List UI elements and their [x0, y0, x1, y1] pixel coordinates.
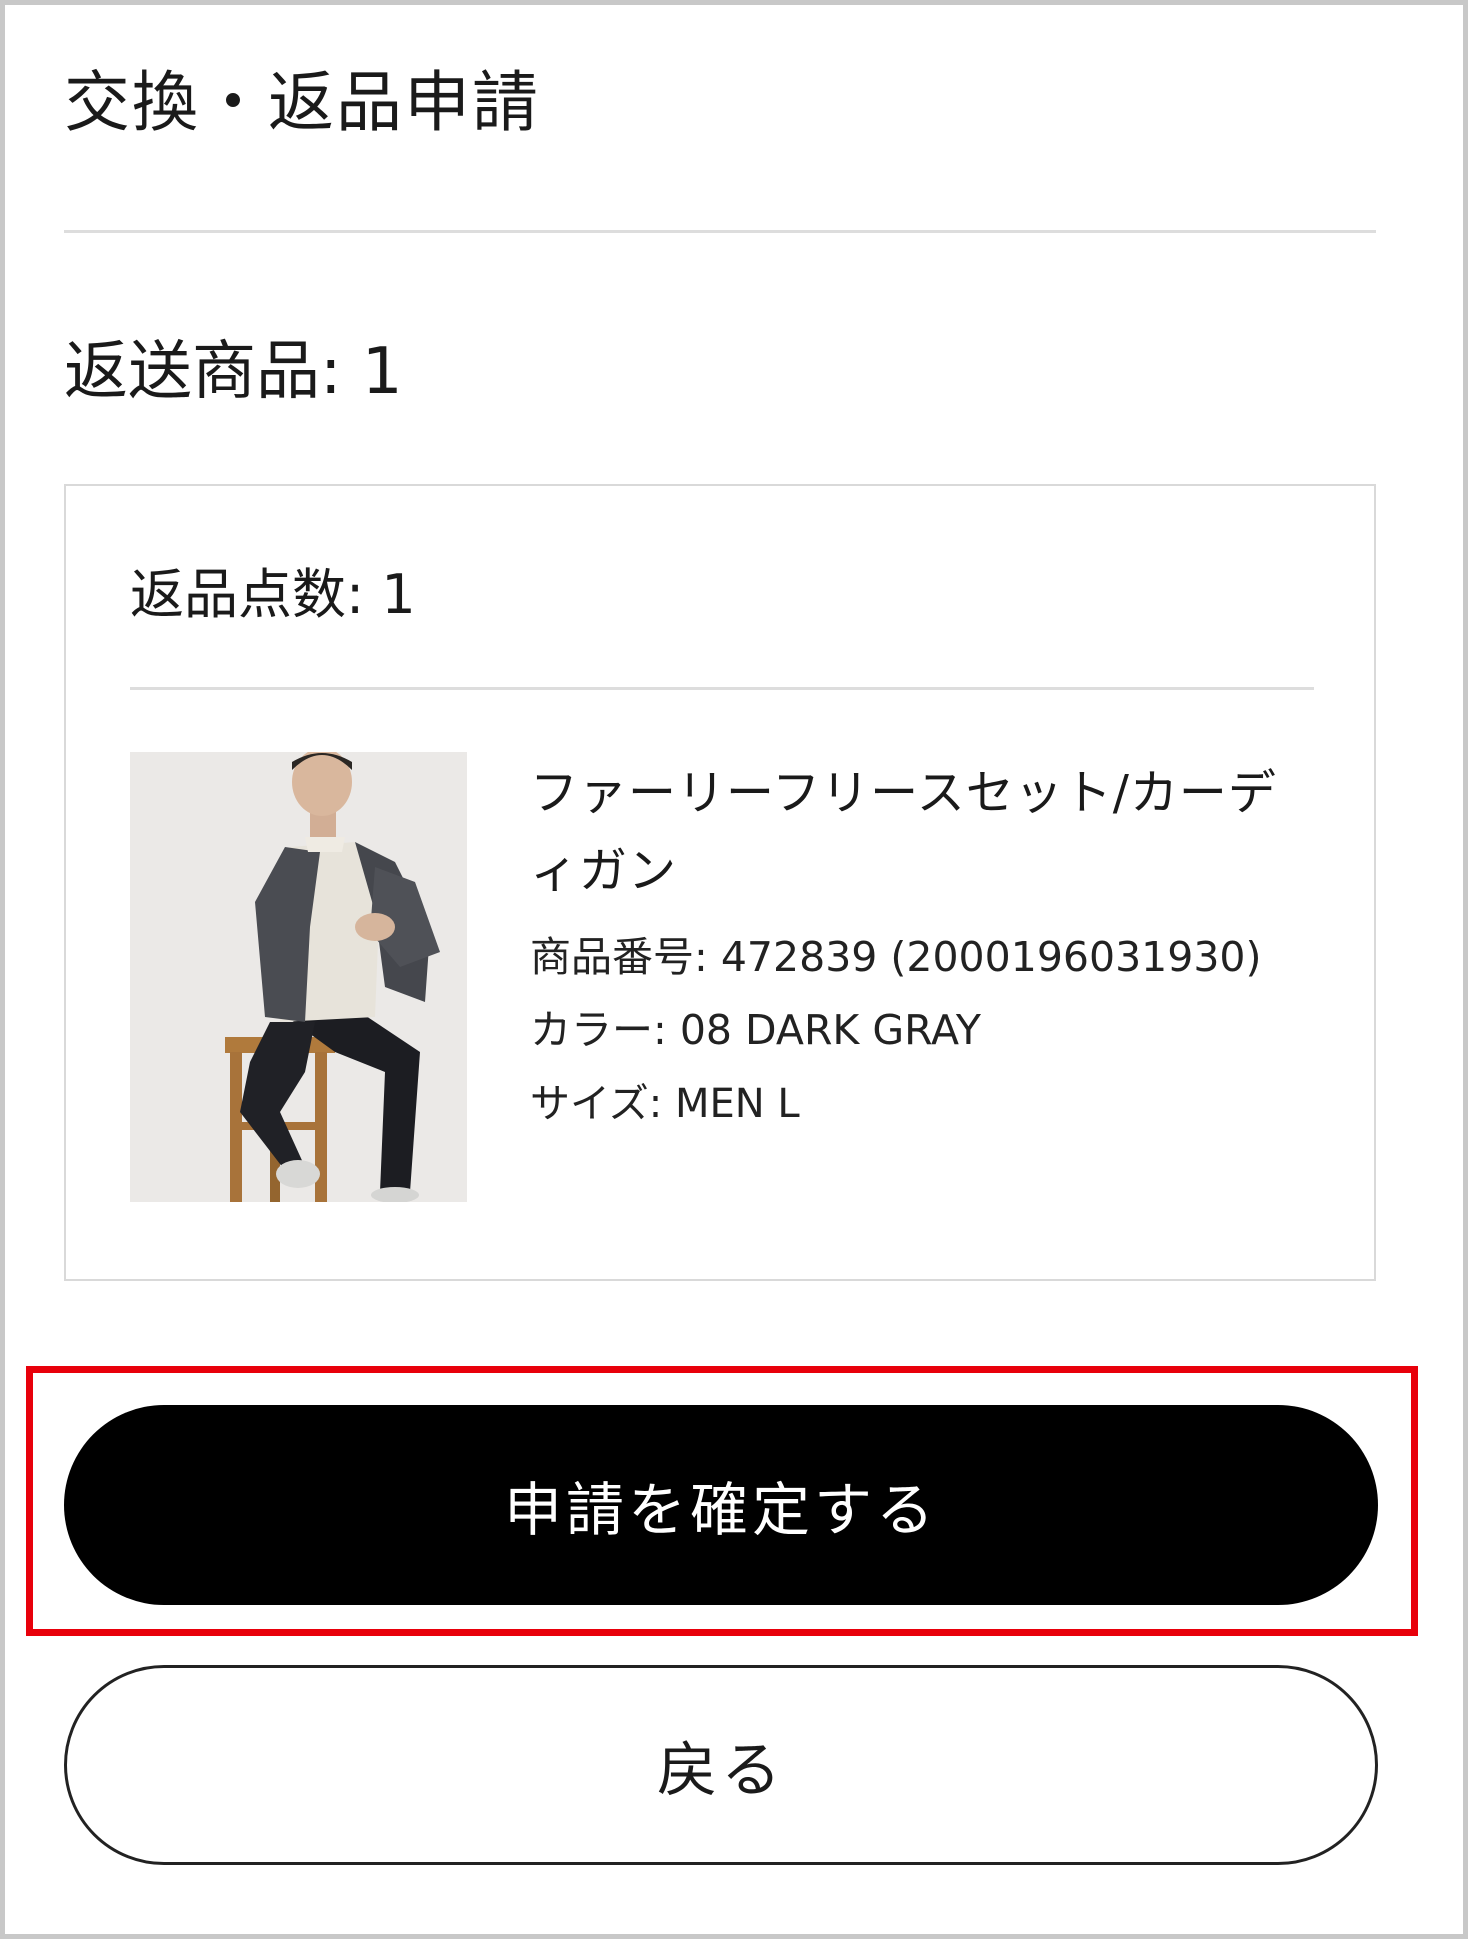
product-name: ファーリーフリースセット/カーディガン	[530, 765, 1277, 899]
product-photo-icon	[130, 752, 467, 1202]
product-color: カラー: 08 DARK GRAY	[530, 1006, 981, 1055]
product-image	[130, 752, 467, 1202]
return-item-card: 返品点数: 1 ファーリーフリースセット/カーディガン 商品番号: 472839…	[64, 484, 1376, 1281]
card-divider	[130, 687, 1314, 690]
page-title: 交換・返品申請	[64, 64, 540, 141]
product-info: ファーリーフリースセット/カーディガン 商品番号: 472839 (200019…	[530, 754, 1290, 1129]
confirm-request-button[interactable]: 申請を確定する	[64, 1405, 1378, 1605]
return-items-heading: 返送商品: 1	[64, 335, 403, 409]
product-size: サイズ: MEN L	[530, 1080, 800, 1127]
back-button[interactable]: 戻る	[64, 1665, 1378, 1865]
title-divider	[64, 230, 1376, 233]
product-code: 商品番号: 472839 (2000196031930)	[530, 933, 1262, 981]
return-quantity-label: 返品点数: 1	[130, 563, 416, 626]
